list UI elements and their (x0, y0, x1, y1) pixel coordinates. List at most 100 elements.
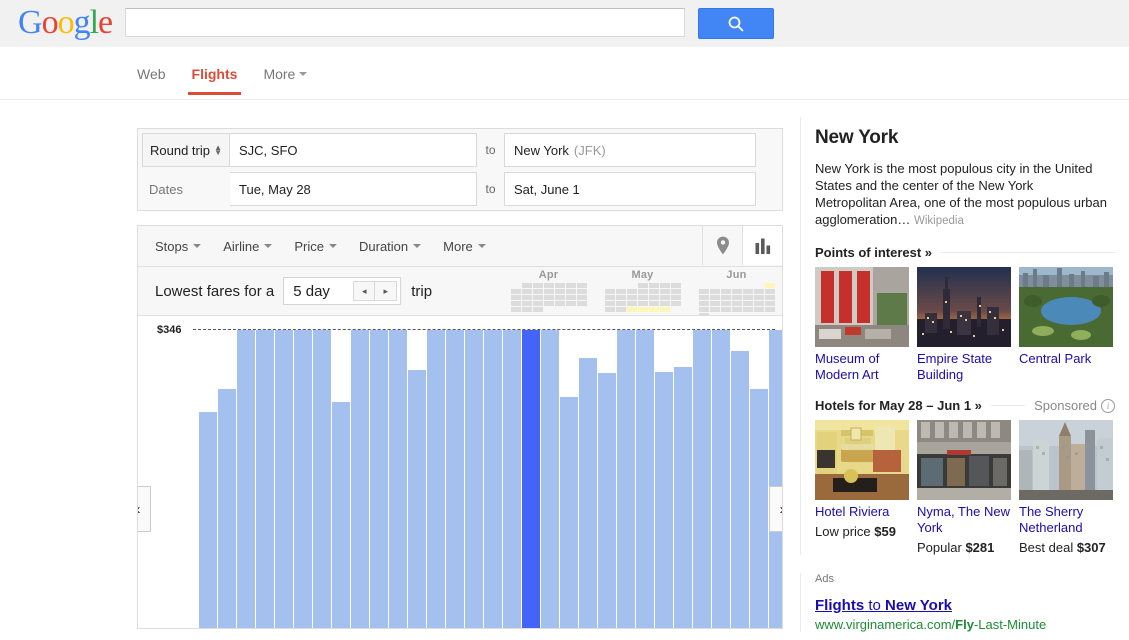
sherry-netherland-thumbnail[interactable] (1019, 420, 1113, 500)
chart-bar[interactable] (332, 402, 350, 628)
google-logo[interactable]: Google (18, 5, 113, 41)
calendar-cell-day[interactable] (671, 295, 681, 300)
calendar-cell-day[interactable] (699, 301, 709, 306)
nyma-hotel-thumbnail[interactable] (917, 420, 1011, 500)
chart-bar[interactable] (370, 330, 388, 628)
calendar-cell-day[interactable] (616, 301, 626, 306)
calendar-cell-day[interactable] (743, 301, 753, 306)
chart-bar[interactable] (579, 358, 597, 628)
ad-link[interactable]: Flights to New York (815, 597, 1129, 615)
list-item[interactable]: Nyma, The New York Popular $281 (917, 420, 1011, 555)
tab-flights[interactable]: Flights (187, 66, 252, 95)
filter-duration[interactable]: Duration (359, 239, 422, 254)
duration-decrease-button[interactable]: ◂ (353, 281, 376, 301)
calendar-cell-day[interactable] (638, 295, 648, 300)
tab-web[interactable]: Web (137, 66, 180, 95)
chart-bar[interactable] (750, 389, 768, 628)
calendar-cell-day[interactable] (765, 289, 775, 294)
calendar-cell-day[interactable] (627, 289, 637, 294)
poi-label-moma[interactable]: Museum of Modern Art (815, 351, 909, 383)
chart-bar[interactable] (484, 330, 502, 628)
calendar-cell-day[interactable] (616, 289, 626, 294)
list-item[interactable]: Empire State Building (917, 267, 1011, 383)
calendar-cell-day[interactable] (533, 283, 543, 288)
trip-duration-stepper[interactable]: 5 day ◂ ▸ (283, 277, 402, 305)
calendar-cell-day[interactable] (566, 295, 576, 300)
list-item[interactable]: Hotel Riviera Low price $59 (815, 420, 909, 555)
calendar-cell-day[interactable] (555, 295, 565, 300)
calendar-cell-day[interactable] (671, 289, 681, 294)
origin-input[interactable]: SJC, SFO (230, 133, 477, 167)
calendar-cell-day[interactable] (710, 295, 720, 300)
chart-bar[interactable] (237, 330, 255, 628)
moma-thumbnail[interactable] (815, 267, 909, 347)
calendar-cell-day[interactable] (616, 307, 626, 312)
calendar-cell-day[interactable] (627, 307, 637, 312)
calendar-cell-day[interactable] (511, 307, 521, 312)
calendar-cell-day[interactable] (649, 289, 659, 294)
search-input[interactable] (126, 9, 684, 36)
list-item[interactable]: Central Park (1019, 267, 1113, 383)
poi-label-central-park[interactable]: Central Park (1019, 351, 1113, 367)
chart-bar-selected[interactable] (522, 330, 540, 628)
calendar-cell-day[interactable] (710, 301, 720, 306)
info-icon[interactable]: i (1101, 398, 1115, 413)
calendar-cell-day[interactable] (522, 301, 532, 306)
calendar-cell-day[interactable] (638, 301, 648, 306)
tab-more[interactable]: More (263, 66, 321, 95)
chart-bar[interactable] (294, 330, 312, 628)
chart-bar[interactable] (769, 330, 782, 628)
chart-bar[interactable] (351, 330, 369, 628)
calendar-cell-day[interactable] (754, 301, 764, 306)
poi-label-empire-state[interactable]: Empire State Building (917, 351, 1011, 383)
calendar-cell-day[interactable] (649, 307, 659, 312)
chart-bar[interactable] (712, 330, 730, 628)
hotel-label-sherry[interactable]: The Sherry Netherland (1019, 504, 1113, 536)
hotel-riviera-thumbnail[interactable] (815, 420, 909, 500)
calendar-cell-day[interactable] (605, 289, 615, 294)
calendar-cell-day[interactable] (660, 301, 670, 306)
calendar-cell-day[interactable] (660, 289, 670, 294)
calendar-cell-day[interactable] (721, 301, 731, 306)
calendar-cell-day[interactable] (522, 283, 532, 288)
calendar-cell-day[interactable] (522, 289, 532, 294)
return-date-input[interactable]: Sat, June 1 (504, 172, 756, 206)
calendar-cell-day[interactable] (732, 295, 742, 300)
calendar-cell-day[interactable] (566, 301, 576, 306)
calendar-cell-day[interactable] (616, 295, 626, 300)
chart-bar[interactable] (465, 330, 483, 628)
calendar-cell-day[interactable] (544, 283, 554, 288)
duration-increase-button[interactable]: ▸ (375, 281, 398, 301)
calendar-cell-day[interactable] (660, 283, 670, 288)
calendar-cell-day[interactable] (710, 307, 720, 312)
filter-airline[interactable]: Airline (223, 239, 273, 254)
calendar-cell-day[interactable] (627, 301, 637, 306)
chart-bar[interactable] (446, 330, 464, 628)
chart-bar[interactable] (256, 330, 274, 628)
hotels-heading[interactable]: Hotels for May 28 – Jun 1 » Sponsored i (815, 398, 1115, 413)
depart-date-input[interactable]: Tue, May 28 (230, 172, 477, 206)
calendar-cell-day[interactable] (544, 295, 554, 300)
calendar-cell-day[interactable] (577, 289, 587, 294)
map-view-button[interactable] (702, 226, 742, 265)
calendar-cell-day[interactable] (533, 289, 543, 294)
calendar-cell-day[interactable] (699, 307, 709, 312)
calendar-cell-day[interactable] (765, 307, 775, 312)
calendar-cell-day[interactable] (732, 289, 742, 294)
mini-calendar-may[interactable]: May (605, 269, 681, 318)
points-of-interest-heading[interactable]: Points of interest » (815, 245, 1115, 260)
calendar-cell-day[interactable] (605, 301, 615, 306)
calendar-cell-day[interactable] (533, 307, 543, 312)
calendar-cell-day[interactable] (754, 295, 764, 300)
calendar-cell-day[interactable] (511, 295, 521, 300)
calendar-cell-day[interactable] (638, 307, 648, 312)
calendar-cell-day[interactable] (522, 295, 532, 300)
hotel-label-riviera[interactable]: Hotel Riviera (815, 504, 909, 520)
chart-bar[interactable] (674, 367, 692, 628)
chart-bar[interactable] (598, 373, 616, 628)
filter-stops[interactable]: Stops (155, 239, 202, 254)
chart-view-button[interactable] (742, 226, 782, 265)
chart-bar[interactable] (503, 330, 521, 628)
calendar-cell-day[interactable] (638, 283, 648, 288)
calendar-cell-day[interactable] (743, 295, 753, 300)
